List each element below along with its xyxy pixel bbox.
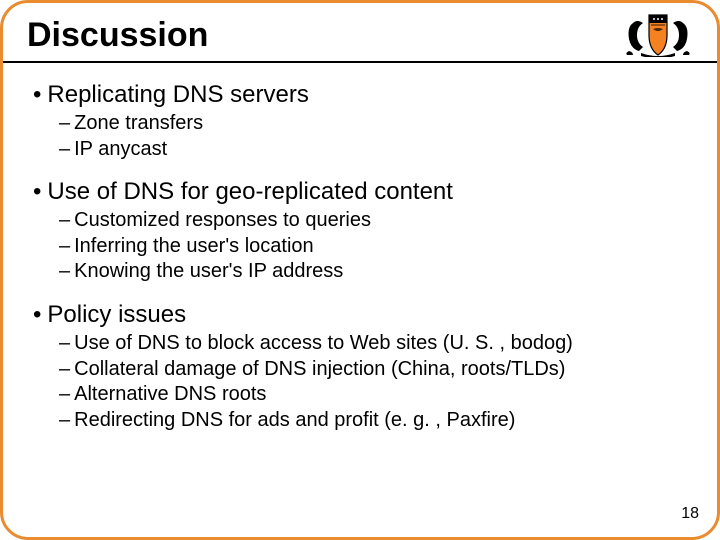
section-1: •Use of DNS for geo-replicated content –…	[33, 178, 687, 285]
list-item: –Customized responses to queries	[33, 208, 687, 234]
list-item: –Knowing the user's IP address	[33, 259, 687, 285]
section-heading-text: Policy issues	[47, 301, 186, 328]
title-row: Discussion	[3, 3, 717, 61]
list-item: –Redirecting DNS for ads and profit (e. …	[33, 408, 687, 434]
list-item: –Zone transfers	[33, 111, 687, 137]
page-number: 18	[681, 505, 699, 523]
list-item-text: Alternative DNS roots	[74, 383, 266, 405]
slide-frame: Discussion	[0, 0, 720, 540]
list-item: –Inferring the user's location	[33, 234, 687, 260]
section-heading: •Policy issues	[33, 301, 687, 329]
list-item-text: Collateral damage of DNS injection (Chin…	[74, 358, 565, 380]
list-item-text: Knowing the user's IP address	[74, 260, 343, 282]
list-item-text: Use of DNS to block access to Web sites …	[74, 332, 573, 354]
slide-title: Discussion	[27, 16, 208, 55]
list-item-text: IP anycast	[74, 138, 167, 160]
list-item-text: Zone transfers	[74, 112, 203, 134]
list-item: –Collateral damage of DNS injection (Chi…	[33, 357, 687, 383]
list-item-text: Customized responses to queries	[74, 209, 371, 231]
list-item-text: Redirecting DNS for ads and profit (e. g…	[74, 409, 515, 431]
section-2: •Policy issues –Use of DNS to block acce…	[33, 301, 687, 433]
list-item-text: Inferring the user's location	[74, 235, 314, 257]
list-item: –Alternative DNS roots	[33, 382, 687, 408]
slide-body: •Replicating DNS servers –Zone transfers…	[3, 63, 717, 433]
section-heading: •Use of DNS for geo-replicated content	[33, 178, 687, 206]
section-heading-text: Replicating DNS servers	[47, 81, 308, 108]
list-item: –Use of DNS to block access to Web sites…	[33, 331, 687, 357]
section-0: •Replicating DNS servers –Zone transfers…	[33, 81, 687, 162]
princeton-crest-icon	[623, 13, 693, 57]
section-heading: •Replicating DNS servers	[33, 81, 687, 109]
section-heading-text: Use of DNS for geo-replicated content	[47, 178, 453, 205]
list-item: –IP anycast	[33, 137, 687, 163]
